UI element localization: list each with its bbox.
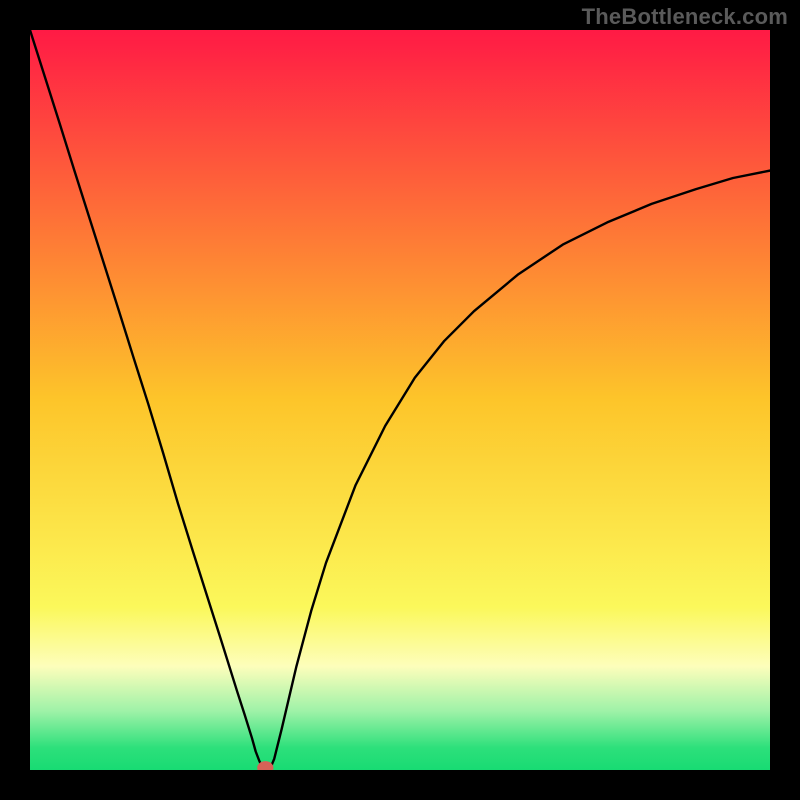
watermark-text: TheBottleneck.com bbox=[582, 4, 788, 30]
plot-area bbox=[30, 30, 770, 770]
chart-svg bbox=[30, 30, 770, 770]
chart-container: TheBottleneck.com bbox=[0, 0, 800, 800]
